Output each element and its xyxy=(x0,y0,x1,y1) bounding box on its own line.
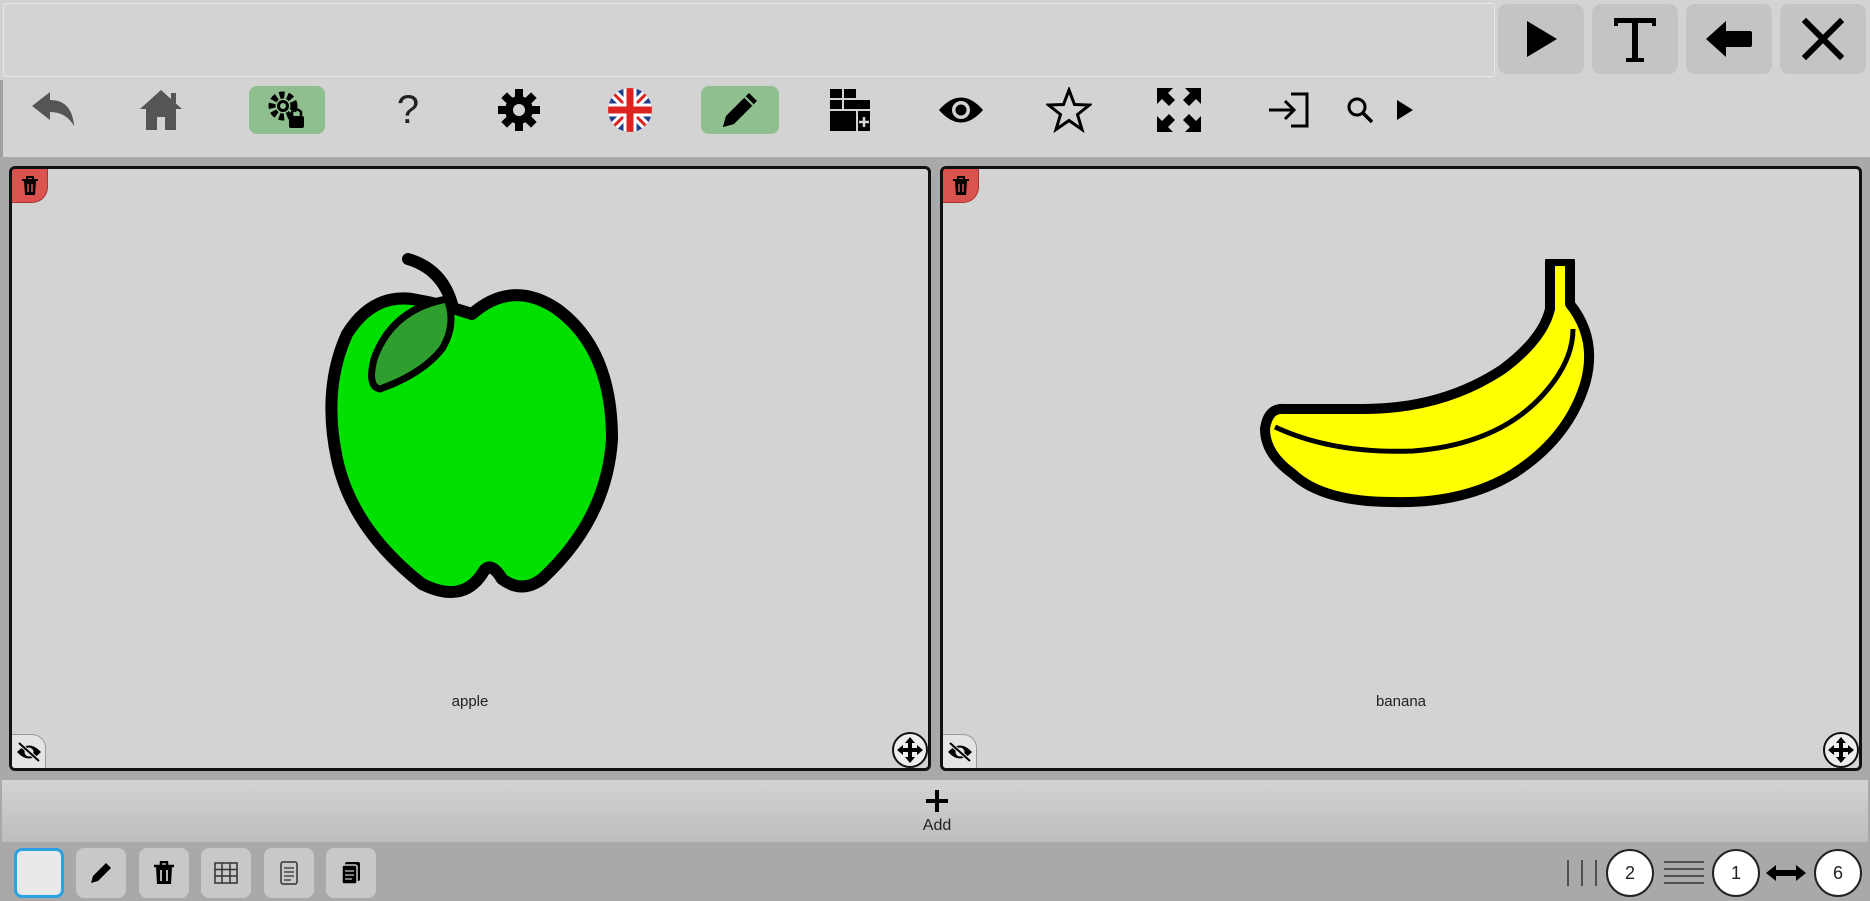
text-button[interactable] xyxy=(1592,4,1678,74)
pages-button[interactable] xyxy=(326,848,376,898)
add-label: Add xyxy=(922,817,952,834)
question-icon: ? xyxy=(396,87,420,132)
toolbar: ? xyxy=(0,80,1870,157)
trash-icon xyxy=(154,861,174,884)
triangle-right-icon xyxy=(1397,100,1413,120)
search-icon xyxy=(1347,97,1374,124)
edit-cell-button[interactable] xyxy=(76,848,126,898)
add-grid-button[interactable] xyxy=(825,86,877,134)
color-swatch-button[interactable] xyxy=(14,848,64,898)
text-T-icon xyxy=(1614,18,1656,62)
fullscreen-button[interactable] xyxy=(1153,86,1205,134)
hide-cell-button[interactable] xyxy=(943,734,977,768)
login-button[interactable] xyxy=(1265,86,1313,134)
expand-icon xyxy=(1157,88,1201,132)
pencil-icon xyxy=(91,863,111,883)
eye-icon xyxy=(939,97,983,123)
grid-cell-apple[interactable]: apple xyxy=(9,166,931,771)
rows-input[interactable]: 1 xyxy=(1712,849,1760,897)
delete-button[interactable] xyxy=(139,848,189,898)
more-button[interactable] xyxy=(1389,86,1419,134)
rows-icon xyxy=(1664,861,1704,884)
trash-icon xyxy=(21,175,38,195)
top-bar xyxy=(0,0,1870,80)
play-button[interactable] xyxy=(1498,4,1584,74)
page-icon xyxy=(280,861,298,885)
add-bar: Add xyxy=(2,780,1868,842)
backspace-button[interactable] xyxy=(1686,4,1772,74)
gear-lock-icon xyxy=(268,91,304,128)
text-display[interactable] xyxy=(3,3,1495,77)
view-button[interactable] xyxy=(935,86,987,134)
lock-settings-button[interactable] xyxy=(249,86,325,134)
grid-icon xyxy=(214,862,238,884)
grid-plus-icon xyxy=(830,89,870,131)
eye-slash-icon xyxy=(947,741,972,762)
search-button[interactable] xyxy=(1343,86,1377,134)
columns-icon xyxy=(1567,860,1597,886)
width-input[interactable]: 6 xyxy=(1814,849,1862,897)
uk-flag-icon xyxy=(608,88,652,132)
move-cell-button[interactable] xyxy=(892,732,928,768)
undo-arrow-icon xyxy=(32,92,74,126)
delete-cell-button[interactable] xyxy=(943,169,979,203)
home-button[interactable] xyxy=(131,86,191,134)
close-icon xyxy=(1801,17,1845,61)
width-arrow-icon xyxy=(1766,865,1806,881)
clear-button[interactable] xyxy=(1780,4,1866,74)
language-button[interactable] xyxy=(603,86,657,134)
help-button[interactable]: ? xyxy=(383,86,433,134)
pencil-icon xyxy=(723,93,757,127)
hide-cell-button[interactable] xyxy=(12,734,46,768)
trash-icon xyxy=(952,175,969,195)
delete-cell-button[interactable] xyxy=(12,169,48,203)
gear-icon xyxy=(498,89,540,131)
grid-area: apple banana xyxy=(2,160,1868,777)
grid-cell-banana[interactable]: banana xyxy=(940,166,1862,771)
pages-icon xyxy=(341,862,360,885)
back-button[interactable] xyxy=(23,86,83,134)
grid-layout-button[interactable] xyxy=(201,848,251,898)
move-icon xyxy=(1828,737,1854,763)
move-cell-button[interactable] xyxy=(1823,732,1859,768)
eye-slash-icon xyxy=(16,741,41,762)
columns-input[interactable]: 2 xyxy=(1606,849,1654,897)
favorite-button[interactable] xyxy=(1043,86,1095,134)
apple-icon xyxy=(325,253,618,598)
home-icon xyxy=(140,90,182,130)
backspace-arrow-icon xyxy=(1706,21,1752,57)
move-icon xyxy=(897,737,923,763)
cell-label: banana xyxy=(1375,693,1427,710)
star-icon xyxy=(1046,87,1092,133)
edit-button[interactable] xyxy=(701,86,779,134)
bottom-bar: 2 1 6 xyxy=(0,842,1870,901)
add-button[interactable]: Add xyxy=(902,780,972,842)
sign-in-icon xyxy=(1269,92,1309,128)
banana-icon xyxy=(1260,259,1595,508)
cell-label: apple xyxy=(451,693,489,710)
play-icon xyxy=(1527,21,1557,57)
settings-button[interactable] xyxy=(491,86,547,134)
page-button[interactable] xyxy=(264,848,314,898)
plus-icon xyxy=(926,790,948,812)
